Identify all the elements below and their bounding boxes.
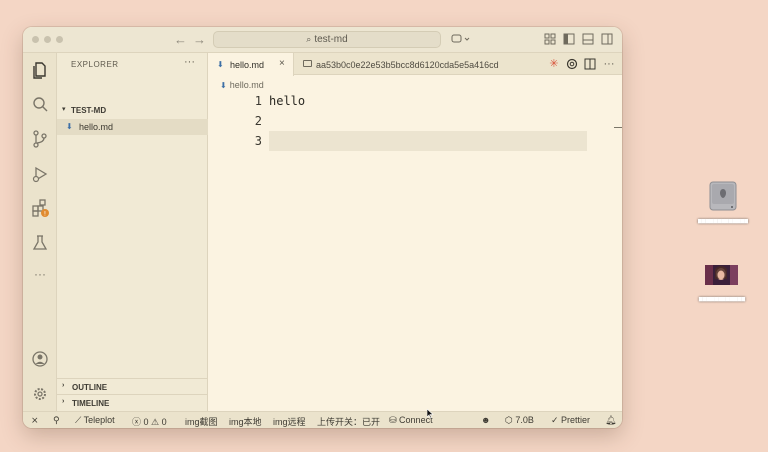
image-file-icon [303,60,312,67]
file-size-item[interactable]: ⬡ 7.0B [505,415,534,426]
current-line-highlight [269,131,587,151]
cube-icon: ⬡ [505,415,516,425]
double-check-icon: ✓ [551,415,562,425]
error-icon: ⓧ [132,417,144,427]
chevron-right-icon: › [62,398,65,405]
svg-text:!: ! [44,211,46,218]
remote-indicator-icon[interactable]: ⨯ [31,415,39,426]
minimap-cursor-marker [614,127,622,128]
file-size-label: 7.0B [515,415,534,425]
vscode-window: ← → ⌕ test-md ! ··· EXPLORER ··· ▾ TEST-… [23,27,622,428]
toggle-panel-icon[interactable] [582,33,594,45]
more-icon[interactable]: ··· [30,267,50,287]
tab-hello-md[interactable]: ⬇ hello.md × [208,53,294,76]
files-icon[interactable] [30,60,50,80]
image-file-label: ▆▆▆▆▆▆▆▆▆▆▆▆ [698,296,746,302]
line-number: 3 [254,134,262,148]
code-editor[interactable]: 1 hello 2 3 [208,89,622,411]
status-bar: ⨯ ⚲ ⟋ Teleplot ⓧ 0 ⚠ 0 img截图 img本地 img远程… [23,411,622,428]
tab-label: aa53b0c0e22e53b5bcc8d6120cda5e5a416cd [316,60,499,70]
markdown-file-icon: ⬇ [66,122,73,131]
account-icon[interactable] [30,349,50,369]
toggle-primary-sidebar-icon[interactable] [563,33,575,45]
error-count: 0 [143,417,149,427]
img-local-button[interactable]: img本地 [229,415,262,428]
notifications-bell-icon[interactable]: 🔔︎ [605,415,616,426]
hard-drive-label: ▆▆▆▆▆▆▆▆▆▆▆▆▆ [698,218,748,224]
copilot-chat-icon[interactable] [451,33,471,45]
openai-chat-icon[interactable] [566,58,578,70]
settings-gear-icon[interactable] [30,384,50,404]
split-editor-icon[interactable] [584,58,596,70]
close-tab-icon[interactable]: × [279,58,285,69]
search-text: test-md [314,34,348,45]
forward-arrow-icon[interactable]: → [193,32,206,47]
testing-icon[interactable] [30,233,50,253]
close-window-button[interactable] [32,36,39,43]
explorer-more-actions[interactable]: ··· [184,56,195,68]
explorer-title: EXPLORER [71,60,119,69]
img-remote-button[interactable]: img远程 [273,415,306,428]
toggle-secondary-sidebar-icon[interactable] [601,33,613,45]
warning-count: 0 [161,417,167,427]
outline-label: OUTLINE [72,383,108,392]
chevron-right-icon: › [62,382,65,389]
teleplot-item[interactable]: ⟋ Teleplot [75,415,115,426]
timeline-label: TIMELINE [72,399,110,408]
line-number: 1 [254,94,262,108]
editor-more-actions[interactable]: ··· [603,58,615,70]
folder-label: TEST-MD [71,106,107,115]
search-icon: ⌕ [306,34,312,44]
database-icon: ⛁ [389,415,400,425]
chevron-down-icon: ▾ [62,106,66,113]
hard-drive-icon[interactable] [709,181,737,211]
folder-test-md[interactable]: ▾ TEST-MD [57,104,208,118]
img-capture-button[interactable]: img截图 [185,415,218,428]
upload-switch-button[interactable]: 上传开关：已开 [317,415,380,428]
outline-section[interactable]: › OUTLINE [57,378,208,394]
code-line[interactable]: hello [269,94,305,108]
markdown-file-icon: ⬇ [217,60,224,69]
chart-icon: ⟋ [75,415,84,425]
command-center-search[interactable]: ⌕ test-md [213,31,441,48]
line-number: 2 [254,114,262,128]
extensions-icon[interactable]: ! [30,198,50,218]
problems-item[interactable]: ⓧ 0 ⚠ 0 [132,415,167,428]
image-thumbnail-icon[interactable] [705,265,738,285]
copilot-status-icon[interactable]: ☻ [481,415,490,425]
tab-image-file[interactable]: aa53b0c0e22e53b5bcc8d6120cda5e5a416cd [295,53,520,75]
title-bar: ← → ⌕ test-md [23,27,622,53]
file-label: hello.md [79,122,114,132]
search-icon[interactable] [30,94,50,114]
prettier-item[interactable]: ✓ Prettier [551,415,590,426]
teleplot-label: Teleplot [83,415,115,425]
activity-bar: ! ··· [23,53,57,411]
explorer-sidebar: EXPLORER ··· ▾ TEST-MD ⬇ hello.md › OUTL… [57,53,208,411]
file-item-hello-md[interactable]: ⬇ hello.md [57,119,208,135]
customize-layout-icon[interactable] [544,33,556,45]
run-debug-icon[interactable] [30,164,50,184]
warning-icon: ⚠ [151,417,162,427]
minimize-window-button[interactable] [44,36,51,43]
back-arrow-icon[interactable]: ← [174,32,187,47]
timeline-section[interactable]: › TIMELINE [57,394,208,410]
sparkle-action-icon[interactable]: ✳ [548,58,560,70]
tab-label: hello.md [230,60,265,70]
zoom-window-button[interactable] [56,36,63,43]
live-share-icon[interactable]: ⚲ [53,415,60,426]
editor-tab-bar: ⬇ hello.md × aa53b0c0e22e53b5bcc8d6120cd… [208,53,622,76]
mouse-cursor-icon [426,406,434,424]
source-control-icon[interactable] [30,129,50,149]
prettier-label: Prettier [561,415,591,425]
